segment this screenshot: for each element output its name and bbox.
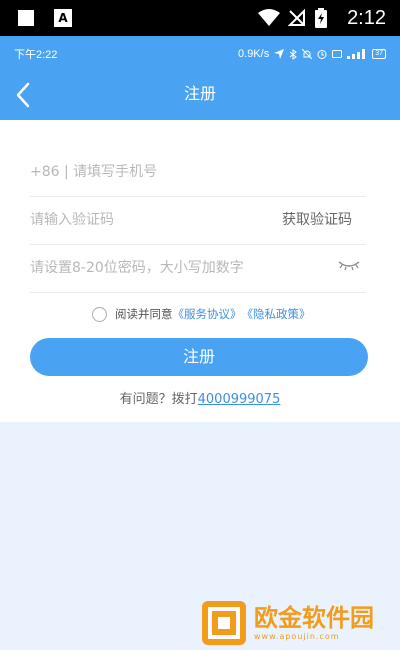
register-button[interactable]: 注册 [30, 338, 368, 376]
privacy-policy-link[interactable]: 《隐私政策》 [242, 306, 311, 322]
password-input[interactable]: 请设置8-20位密码，大小写加数字 [30, 244, 366, 293]
network-speed: 0.9K/s [238, 48, 270, 60]
phone-placeholder: +86 | 请填写手机号 [30, 164, 158, 180]
bluetooth-icon [289, 48, 298, 60]
app-header: 下午2:22 0.9K/s 37 注册 [0, 36, 400, 120]
agree-text: 阅读并同意 [115, 307, 173, 321]
watermark-text: 欧金软件园 www.apoujin.com [254, 604, 374, 642]
inner-clock: 下午2:22 [14, 49, 58, 61]
page-title: 注册 [183, 84, 216, 103]
agree-radio[interactable] [92, 306, 107, 322]
eye-closed-icon[interactable] [338, 258, 360, 272]
service-agreement-link[interactable]: 《服务协议》 [173, 306, 242, 322]
code-placeholder: 请输入验证码 [30, 212, 114, 228]
alarm-icon [317, 50, 327, 59]
watermark-url: www.apoujin.com [254, 632, 340, 641]
signal-icon [347, 49, 366, 59]
get-code-button[interactable]: 获取验证码 [282, 210, 352, 230]
agreement-row: 阅读并同意 《服务协议》 《隐私政策》 [92, 304, 311, 324]
help-phone-link[interactable]: 4000999075 [198, 392, 281, 407]
watermark-logo-icon [202, 601, 246, 645]
password-placeholder: 请设置8-20位密码，大小写加数字 [30, 260, 244, 276]
help-line: 有问题？拨打4000999075 [0, 390, 400, 410]
mute-bell-icon [302, 49, 313, 59]
watermark-title: 欧金软件园 [254, 604, 374, 632]
hd-icon [332, 50, 343, 58]
font-app-icon: A [54, 9, 72, 27]
system-icons [258, 6, 328, 30]
system-clock: 2:12 [347, 7, 386, 29]
wifi-icon [258, 9, 280, 26]
watermark: 欧金软件园 www.apoujin.com [202, 600, 374, 646]
inner-status-bar: 下午2:22 0.9K/s 37 [14, 46, 386, 62]
system-status-bar: A 2:12 [0, 0, 400, 36]
register-form: +86 | 请填写手机号 请输入验证码 获取验证码 请设置8-20位密码，大小写… [0, 120, 400, 422]
phone-input[interactable]: +86 | 请填写手机号 [30, 148, 366, 197]
inner-status-right: 0.9K/s 37 [238, 48, 386, 60]
help-text: 有问题？拨打 [119, 392, 198, 407]
battery-charging-icon [315, 8, 327, 28]
verification-code-input[interactable]: 请输入验证码 获取验证码 [30, 196, 366, 245]
battery-level: 37 [372, 49, 386, 59]
location-icon [274, 49, 285, 59]
notification-square-icon [18, 10, 34, 26]
no-signal-icon [288, 9, 305, 26]
